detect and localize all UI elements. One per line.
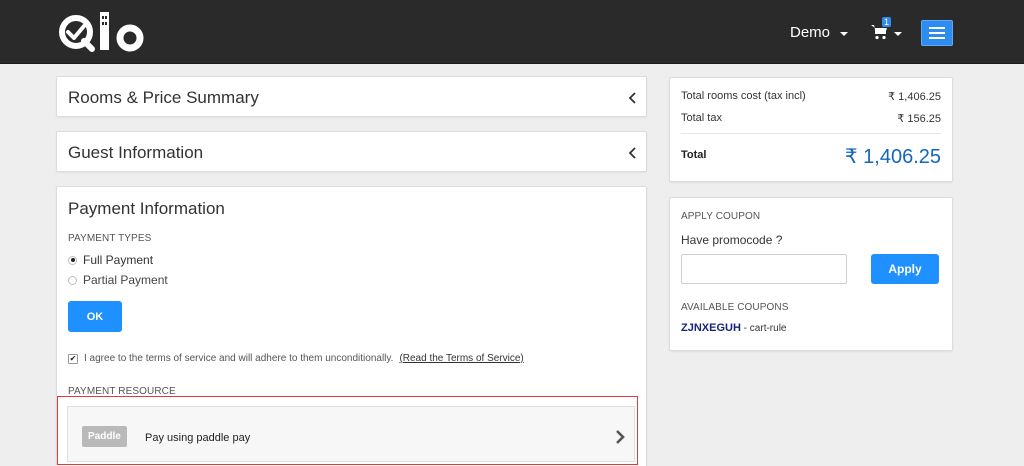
total-label: Total (681, 149, 707, 161)
payment-resource-label: PAYMENT RESOURCE (68, 386, 176, 397)
user-menu-label: Demo (790, 24, 831, 41)
price-summary-card: Total rooms cost (tax incl) ₹ 1,406.25 T… (669, 77, 953, 182)
hamburger-menu-button[interactable] (921, 20, 953, 46)
caret-down-icon (894, 32, 902, 36)
rooms-summary-title: Rooms & Price Summary (68, 88, 259, 107)
qlo-logo[interactable] (56, 8, 152, 56)
partial-payment-label: Partial Payment (83, 273, 168, 287)
terms-checkbox[interactable]: ✔ (68, 353, 78, 364)
apply-coupon-title: APPLY COUPON (681, 211, 761, 222)
rooms-summary-accordion[interactable]: Rooms & Price Summary (56, 76, 647, 117)
total-value: ₹ 1,406.25 (844, 146, 941, 168)
user-menu[interactable]: Demo (790, 24, 849, 41)
coupon-separator: - (740, 323, 750, 334)
summary-row-tax: Total tax ₹ 156.25 (681, 112, 941, 125)
ok-button[interactable]: OK (68, 301, 122, 332)
payment-info-title: Payment Information (68, 199, 225, 218)
apply-coupon-button[interactable]: Apply (871, 254, 939, 284)
summary-value: ₹ 1,406.25 (888, 91, 941, 103)
promocode-prompt: Have promocode ? (681, 233, 783, 247)
coupon-rule: cart-rule (749, 323, 787, 334)
coupon-item[interactable]: ZJNXEGUH - cart-rule (681, 322, 786, 334)
terms-text: I agree to the terms of service and will… (84, 353, 394, 364)
coupon-card: APPLY COUPON Have promocode ? Apply AVAI… (669, 197, 953, 351)
cart-button[interactable]: 1 (870, 17, 902, 44)
summary-label: Total rooms cost (tax incl) (681, 90, 806, 102)
guest-info-title: Guest Information (68, 143, 204, 162)
top-navbar: Demo 1 (0, 0, 1024, 64)
available-coupons-label: AVAILABLE COUPONS (681, 302, 789, 313)
caret-down-icon (840, 31, 849, 36)
coupon-code: ZJNXEGUH (681, 322, 741, 334)
radio-partial-payment[interactable]: Partial Payment (68, 273, 168, 287)
radio-checked-icon[interactable] (68, 255, 77, 265)
payment-types-label: PAYMENT TYPES (68, 233, 152, 244)
paddle-pay-label: Pay using paddle pay (145, 432, 251, 444)
radio-unchecked-icon[interactable] (68, 275, 77, 285)
hamburger-menu-icon (929, 27, 945, 29)
guest-info-accordion[interactable]: Guest Information (56, 131, 647, 172)
paddle-payment-option[interactable]: Paddle Pay using paddle pay (67, 406, 635, 462)
divider (681, 133, 941, 134)
summary-row-rooms: Total rooms cost (tax incl) ₹ 1,406.25 (681, 90, 941, 103)
coupon-code-input[interactable] (681, 254, 847, 284)
chevron-left-icon[interactable] (628, 91, 638, 105)
cart-count-badge: 1 (882, 17, 892, 27)
summary-value: ₹ 156.25 (897, 113, 941, 125)
terms-agreement: ✔ I agree to the terms of service and wi… (68, 353, 524, 364)
chevron-right-icon[interactable] (614, 429, 626, 445)
summary-label: Total tax (681, 112, 722, 124)
terms-link[interactable]: (Read the Terms of Service) (399, 353, 523, 364)
radio-full-payment[interactable]: Full Payment (68, 253, 153, 267)
chevron-left-icon[interactable] (628, 146, 638, 160)
paddle-badge: Paddle (82, 426, 127, 447)
full-payment-label: Full Payment (83, 253, 154, 267)
